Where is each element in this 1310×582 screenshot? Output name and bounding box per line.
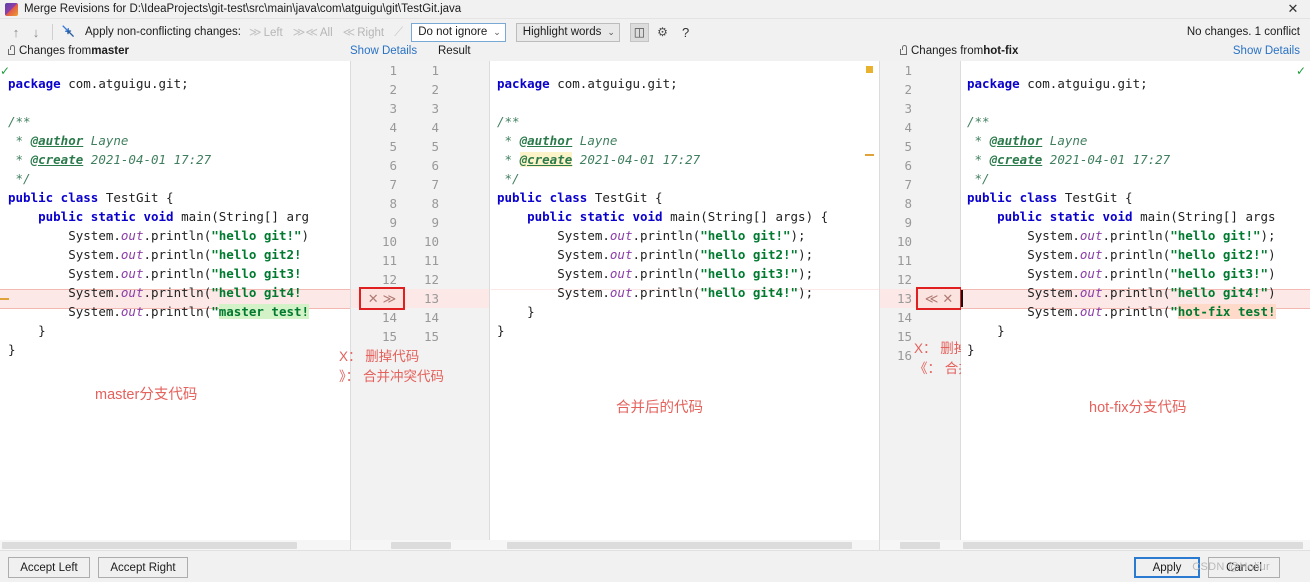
title-bar: Merge Revisions for D:\IdeaProjects\git-…	[0, 0, 1310, 19]
apply-left-button[interactable]: ≫ Left	[249, 25, 283, 39]
text-caret	[961, 290, 963, 307]
mid-hscrollbar[interactable]	[491, 540, 879, 550]
next-difference-icon[interactable]: ↓	[26, 25, 46, 40]
merge-change-icon[interactable]: ≪	[925, 291, 939, 307]
chevron-right-icon: ≫	[249, 25, 262, 39]
apply-button[interactable]: Apply	[1134, 557, 1200, 578]
left-code-block: package com.atguigu.git; /** * @author L…	[8, 75, 310, 357]
mid-warning-marker-icon	[866, 66, 873, 73]
window-title: Merge Revisions for D:\IdeaProjects\git-…	[24, 3, 462, 15]
lock-icon	[900, 45, 907, 55]
gutter-right-hscrollbar[interactable]	[880, 540, 962, 550]
collapse-unchanged-icon[interactable]: ◫	[629, 22, 649, 42]
left-annotation: master分支代码	[95, 387, 198, 403]
merge-revisions-window: Merge Revisions for D:\IdeaProjects\git-…	[0, 0, 1310, 582]
delete-change-icon[interactable]: ✕	[942, 291, 953, 307]
right-annotation: hot-fix分支代码	[1089, 400, 1187, 416]
result-label: Result	[438, 45, 471, 57]
pane-headers: Changes from master Show Details Result …	[0, 45, 1310, 61]
chevron-down-icon: ⌄	[493, 26, 501, 37]
apply-right-label: Right	[357, 27, 385, 39]
apply-non-conflicting-label: Apply non-conflicting changes:	[85, 26, 241, 38]
gear-icon[interactable]: ⚙	[653, 23, 672, 42]
chevron-down-icon: ⌄	[607, 26, 615, 37]
right-editor-pane[interactable]: ✓ package com.atguigu.git; /** * @author…	[961, 61, 1310, 550]
close-icon[interactable]: ✕	[1286, 2, 1300, 16]
highlight-policy-select[interactable]: Highlight words ⌄	[515, 22, 620, 42]
ignore-policy-value: Do not ignore	[418, 26, 488, 38]
footer-bar: Accept Left Accept Right Apply Cancel CS…	[0, 550, 1310, 582]
toolbar: ↑ ↓ ↘ ↖ Apply non-conflicting changes: ≫ L…	[0, 19, 1310, 45]
show-details-right-link[interactable]: Show Details	[1233, 45, 1300, 57]
lock-icon	[8, 45, 15, 55]
right-conflict-actions[interactable]: ≪ ✕	[918, 289, 960, 308]
left-legend-delete: X： 删掉代码	[339, 349, 420, 364]
right-pane-header: Changes from hot-fix	[900, 45, 1018, 57]
right-header-prefix: Changes from	[911, 45, 984, 57]
left-hscrollbar-thumb[interactable]	[2, 542, 297, 549]
right-hscrollbar-thumb[interactable]	[963, 542, 1303, 549]
result-editor-pane[interactable]: package com.atguigu.git; /** * @author L…	[491, 61, 879, 550]
gutter-left-hscrollbar[interactable]	[351, 540, 491, 550]
right-code-block: package com.atguigu.git; /** * @author L…	[967, 75, 1276, 357]
right-ok-marker-icon: ✓	[1295, 64, 1306, 78]
apply-right-button[interactable]: ≪ Right	[343, 25, 384, 39]
chevron-both-icon: ≫≪	[292, 25, 318, 39]
left-legend-merge: 》： 合并冲突代码	[339, 369, 445, 384]
merge-change-icon[interactable]: ≫	[383, 291, 397, 307]
mid-code-block: package com.atguigu.git; /** * @author L…	[497, 75, 829, 338]
right-gutter: 1 2 3 4 5 6 7 8 9 10 11 12 13 14 15 16 ≪…	[879, 61, 1026, 550]
left-conflict-actions[interactable]: ✕ ≫	[361, 289, 403, 308]
toolbar-divider	[52, 24, 53, 40]
previous-difference-icon[interactable]: ↑	[6, 25, 26, 40]
left-editor-pane[interactable]: ✓ package com.atguigu.git; /** * @author…	[0, 61, 350, 550]
apply-all-label: All	[319, 27, 333, 39]
gutter-left-hscrollbar-thumb[interactable]	[391, 542, 451, 549]
mid-conflict-marker	[865, 154, 874, 156]
apply-all-button[interactable]: ≫≪ All	[293, 25, 333, 39]
accept-left-button[interactable]: Accept Left	[8, 557, 90, 578]
left-header-prefix: Changes from	[19, 45, 92, 57]
mid-annotation: 合并后的代码	[616, 400, 703, 416]
intellij-idea-icon	[5, 2, 18, 16]
show-details-left-link[interactable]: Show Details	[350, 45, 417, 57]
right-branch-name: hot-fix	[983, 45, 1019, 57]
ignore-policy-select[interactable]: Do not ignore ⌄	[411, 22, 506, 42]
accept-right-button[interactable]: Accept Right	[98, 557, 188, 578]
left-line-numbers-b: 1 2 3 4 5 6 7 8 9 10 11 12 13 14 15	[423, 63, 439, 344]
apply-non-conflicting-icon[interactable]: ↘ ↖	[59, 23, 79, 41]
csdn-watermark: CSDN @Holiur	[1192, 561, 1270, 573]
right-hscrollbar[interactable]	[961, 540, 1310, 550]
delete-change-icon[interactable]: ✕	[368, 291, 379, 307]
magic-wand-icon[interactable]: ⟋	[394, 24, 403, 40]
right-line-numbers: 1 2 3 4 5 6 7 8 9 10 11 12 13 14 15 16	[896, 63, 912, 363]
highlight-policy-value: Highlight words	[522, 26, 602, 38]
mid-hscrollbar-thumb[interactable]	[507, 542, 852, 549]
left-hscrollbar[interactable]	[0, 540, 350, 550]
left-branch-name: master	[91, 45, 129, 57]
gutter-right-hscrollbar-thumb[interactable]	[900, 542, 940, 549]
apply-left-label: Left	[263, 27, 283, 39]
merge-status-text: No changes. 1 conflict	[1186, 26, 1300, 38]
left-gutter: 1 2 3 4 5 6 7 8 9 10 11 12 13 14 15 1 2 …	[339, 61, 491, 550]
diff-panes: ✓ package com.atguigu.git; /** * @author…	[0, 61, 1310, 550]
chevron-left-icon: ≪	[342, 25, 356, 39]
help-icon[interactable]: ?	[682, 25, 689, 40]
left-pane-header: Changes from master	[8, 45, 129, 57]
